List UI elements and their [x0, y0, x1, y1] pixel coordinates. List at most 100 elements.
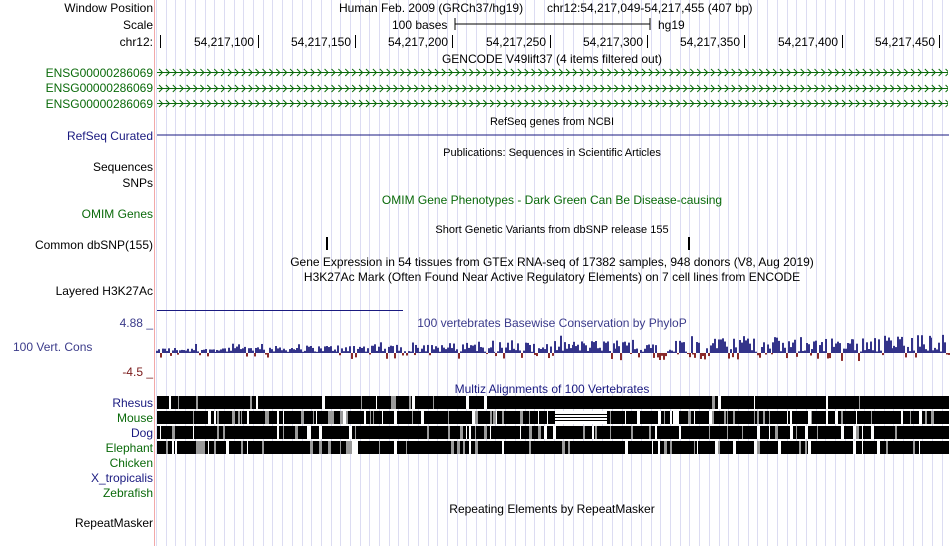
alignment-gap — [379, 441, 380, 454]
repeatmasker-track-label[interactable]: RepeatMasker — [75, 516, 153, 530]
publications-track-title[interactable]: Publications: Sequences in Scientific Ar… — [443, 146, 661, 160]
gene-label-1[interactable]: ENSG00000286069 — [46, 66, 153, 80]
conservation-bar — [601, 350, 603, 353]
conservation-bar — [441, 345, 443, 353]
sequences-track-label[interactable]: Sequences — [93, 160, 153, 174]
conservation-bar — [308, 346, 310, 353]
multiz-alignment-row[interactable] — [157, 411, 949, 424]
alignment-gap — [679, 426, 681, 439]
conservation-track-label[interactable]: 100 Vert. Cons — [13, 340, 92, 354]
conservation-bar — [917, 335, 919, 353]
conservation-bar — [341, 348, 343, 353]
genome-browser-image[interactable]: Window Position Scale chr12: Human Feb. … — [0, 0, 950, 546]
conservation-bar — [868, 349, 870, 353]
h3k27ac-signal-line[interactable] — [157, 310, 403, 311]
double-line-gap — [555, 414, 607, 415]
omim-track-title[interactable]: OMIM Gene Phenotypes - Dark Green Can Be… — [382, 193, 722, 207]
db-name: hg19 — [658, 18, 685, 32]
alignment-gap — [475, 426, 476, 439]
species-label-elephant[interactable]: Elephant — [106, 441, 153, 455]
species-label-x-tropicalis[interactable]: X_tropicalis — [91, 471, 153, 485]
species-label-dog[interactable]: Dog — [131, 426, 153, 440]
conservation-bar — [310, 345, 312, 353]
conservation-bar — [347, 351, 349, 353]
grid-line — [913, 0, 914, 546]
conservation-bar — [806, 343, 808, 353]
omim-track-label[interactable]: OMIM Genes — [82, 207, 153, 221]
conservation-bar — [451, 348, 453, 353]
conservation-bar — [774, 337, 776, 353]
dbsnp-track-label[interactable]: Common dbSNP(155) — [35, 238, 153, 252]
alignment-gap — [931, 411, 934, 424]
alignment-gap — [373, 411, 374, 424]
species-label-rhesus[interactable]: Rhesus — [112, 396, 153, 410]
alignment-gap — [475, 441, 478, 454]
conservation-bar — [849, 343, 851, 353]
conservation-bar — [193, 350, 195, 353]
conservation-bar — [293, 349, 295, 353]
multiz-alignment-row[interactable] — [157, 441, 949, 454]
gene-model-3[interactable] — [157, 99, 948, 108]
species-label-zebrafish[interactable]: Zebrafish — [103, 486, 153, 500]
grid-line — [854, 0, 855, 546]
gene-model-2[interactable] — [157, 84, 948, 93]
conservation-bar — [640, 349, 642, 353]
conservation-bar — [568, 344, 570, 353]
gene-label-2[interactable]: ENSG00000286069 — [46, 81, 153, 95]
h3k27ac-track-title[interactable]: H3K27Ac Mark (Often Found Near Active Re… — [304, 270, 800, 284]
conservation-bar — [168, 348, 170, 353]
gtex-track-title[interactable]: Gene Expression in 54 tissues from GTEx … — [290, 255, 814, 269]
alignment-gap — [322, 396, 325, 409]
conservation-bar — [618, 346, 620, 353]
conservation-bar — [337, 345, 339, 353]
multiz-alignment-row[interactable] — [157, 426, 949, 439]
gene-model-1[interactable] — [157, 68, 948, 77]
conservation-bar — [509, 350, 511, 353]
alignment-gap — [853, 441, 856, 454]
repeatmasker-track-title[interactable]: Repeating Elements by RepeatMasker — [449, 502, 654, 516]
species-label-mouse[interactable]: Mouse — [117, 411, 153, 425]
gencode-track-title[interactable]: GENCODE V49lift37 (4 items filtered out) — [442, 52, 662, 66]
alignment-gap — [466, 426, 467, 439]
alignment-gap — [172, 426, 175, 439]
conservation-bar — [201, 349, 203, 353]
species-label-chicken[interactable]: Chicken — [110, 456, 153, 470]
conservation-bar — [603, 341, 605, 353]
conservation-bar — [519, 350, 521, 353]
multiz-alignment-row[interactable] — [157, 396, 949, 409]
grid-line — [156, 0, 157, 546]
conservation-bar — [782, 342, 784, 353]
conservation-bar — [254, 353, 256, 357]
alignment-gap — [502, 411, 504, 424]
conservation-bar — [261, 343, 263, 353]
conservation-bar — [550, 346, 552, 353]
refseq-gene-line[interactable] — [157, 133, 949, 137]
multiz-track-title[interactable]: Multiz Alignments of 100 Vertebrates — [455, 382, 650, 396]
gene-label-3[interactable]: ENSG00000286069 — [46, 97, 153, 111]
refseq-track-label[interactable]: RefSeq Curated — [67, 129, 153, 143]
snp-mark-1[interactable] — [326, 237, 328, 250]
snps-track-label[interactable]: SNPs — [122, 176, 153, 190]
alignment-gap — [412, 411, 413, 424]
conservation-bar — [698, 342, 700, 353]
conservation-bar — [911, 337, 913, 353]
h3k27ac-track-label[interactable]: Layered H3K27Ac — [56, 284, 153, 298]
grid-line — [825, 0, 826, 546]
ruler-tick-label: 54,217,150 — [290, 35, 351, 49]
conservation-bar — [876, 351, 878, 353]
grid-line — [893, 0, 894, 546]
refseq-track-title[interactable]: RefSeq genes from NCBI — [490, 115, 614, 129]
snp-mark-2[interactable] — [688, 237, 690, 250]
alignment-gap — [178, 396, 179, 409]
dbsnp-track-title[interactable]: Short Genetic Variants from dbSNP releas… — [435, 223, 668, 237]
alignment-gap — [808, 441, 811, 454]
conservation-wiggle-plot[interactable] — [156, 318, 950, 378]
alignment-gap — [718, 441, 720, 454]
conservation-bar — [513, 348, 515, 353]
alignment-gap — [583, 426, 585, 439]
alignment-gap — [712, 396, 715, 409]
conservation-bar — [679, 340, 681, 353]
conservation-bar — [205, 349, 207, 353]
conservation-bar — [607, 341, 609, 353]
alignment-gap — [625, 411, 626, 424]
